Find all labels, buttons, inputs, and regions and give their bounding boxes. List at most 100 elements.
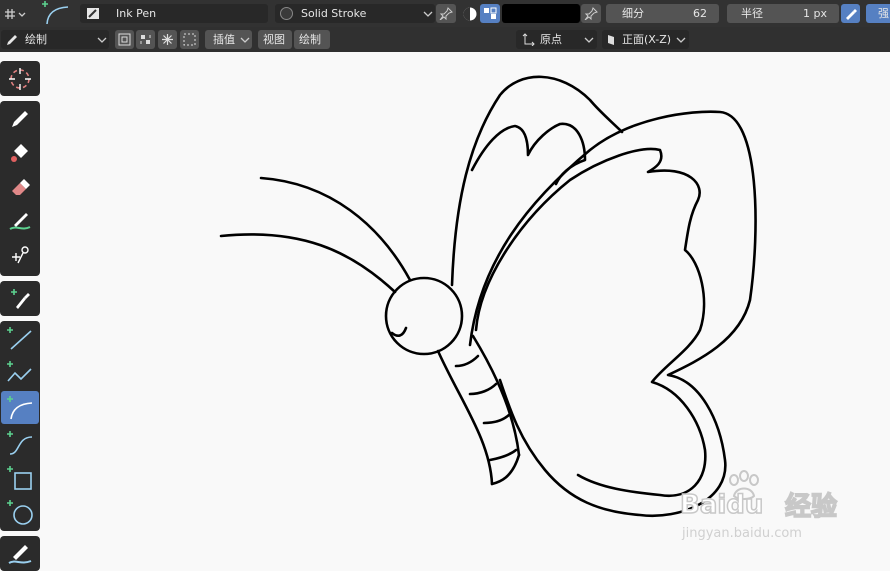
draw-tool-button[interactable] <box>1 102 39 135</box>
multiframe-button[interactable] <box>115 30 134 49</box>
axis-origin-icon <box>522 33 535 46</box>
view-label: 视图 <box>263 33 285 46</box>
brush-icon <box>87 8 99 19</box>
texture-icon <box>484 7 497 19</box>
body-segment-3-stroke <box>482 412 512 425</box>
circle-tool-button[interactable] <box>1 495 39 528</box>
lower-wing-outer-stroke <box>468 110 757 518</box>
head-stroke <box>384 276 464 356</box>
body-segment-4-stroke <box>488 448 518 462</box>
arc-tool-icon[interactable] <box>38 0 72 27</box>
cursor-tool-button[interactable] <box>1 62 39 95</box>
cutter-tool-button[interactable] <box>1 238 39 271</box>
orientation-selector[interactable]: 正面(X-Z) <box>602 30 689 49</box>
subdivision-field[interactable]: 细分 62 <box>606 4 719 23</box>
line-icon <box>7 327 32 350</box>
tool-settings-icon[interactable] <box>3 6 29 22</box>
mode-selector[interactable]: 绘制 <box>1 30 109 49</box>
pin-icon <box>584 7 598 20</box>
watermark-cn: 经验 <box>784 491 838 523</box>
tool-group-annotate <box>0 536 40 571</box>
mode-toolbar: 绘制 插值 视图 绘制 原点 正面(X-Z) <box>0 27 890 52</box>
color-swatch[interactable] <box>502 4 580 23</box>
baidu-watermark: Baidu 经验 jingyan.baidu.com <box>679 470 880 550</box>
upper-wing-inner-stroke <box>470 122 587 186</box>
fill-tool-button[interactable] <box>1 136 39 169</box>
tool-header: Ink Pen Solid Stroke 细分 62 半径 1 px 强 <box>0 0 890 28</box>
subdivision-value: 62 <box>693 7 707 20</box>
pin-material-button[interactable] <box>436 4 456 23</box>
bucket-icon <box>11 144 28 162</box>
draw-menu[interactable]: 绘制 <box>294 30 330 49</box>
material-name: Solid Stroke <box>301 7 367 20</box>
material-sphere-icon <box>280 7 293 20</box>
tool-group-primitives <box>0 321 40 531</box>
layers-icon <box>118 33 131 46</box>
scissors-icon <box>12 246 29 264</box>
arc-icon <box>7 396 33 420</box>
brush-icon <box>9 213 31 230</box>
sculpt-auto-button[interactable] <box>158 30 177 49</box>
strength-field[interactable]: 强 <box>866 4 890 23</box>
box-icon <box>7 466 32 490</box>
chevron-down-icon <box>240 37 250 43</box>
pin-icon <box>439 7 453 20</box>
chevron-down-icon <box>584 37 594 43</box>
annotate-icon <box>8 545 32 564</box>
watermark-url: jingyan.baidu.com <box>682 526 802 541</box>
mouth-stroke <box>390 326 408 338</box>
brush-name: Ink Pen <box>116 7 157 20</box>
chevron-down-icon <box>97 37 107 43</box>
pressure-radius-button[interactable] <box>841 4 860 23</box>
plane-icon <box>608 35 614 45</box>
curve-icon <box>7 431 33 455</box>
radius-label: 半径 <box>741 7 763 20</box>
orientation-label: 正面(X-Z) <box>622 33 672 46</box>
arc-tool-button[interactable] <box>1 391 39 424</box>
guides-button[interactable] <box>136 30 155 49</box>
box-tool-button[interactable] <box>1 461 39 494</box>
tint-tool-button[interactable] <box>1 204 39 237</box>
snowflake-icon <box>162 34 173 45</box>
curve-tool-button[interactable] <box>1 426 39 459</box>
body-segment-1-stroke <box>454 354 480 368</box>
tool-group-cursor <box>0 61 40 96</box>
origin-selector[interactable]: 原点 <box>516 30 597 49</box>
color-mode-icon[interactable] <box>462 6 478 22</box>
polyline-icon <box>7 361 32 382</box>
bounding-box-button[interactable] <box>180 30 199 49</box>
mode-label: 绘制 <box>25 33 47 46</box>
line-tool-button[interactable] <box>1 322 39 355</box>
pin-color-button[interactable] <box>581 4 601 23</box>
erase-tool-button[interactable] <box>1 170 39 203</box>
tool-shelf <box>0 52 42 571</box>
subdivision-label: 细分 <box>622 7 644 20</box>
guides-icon <box>140 35 151 44</box>
antenna-upper-stroke <box>259 176 412 282</box>
texture-mode-button[interactable] <box>480 4 500 23</box>
interpolate-menu[interactable]: 插值 <box>205 30 252 49</box>
antenna-lower-stroke <box>219 233 397 294</box>
lower-wing-inner-stroke <box>474 147 707 498</box>
radius-field[interactable]: 半径 1 px <box>727 4 839 23</box>
chevron-down-icon <box>676 37 686 43</box>
pencil-icon <box>7 35 17 45</box>
watermark-bai: Bai <box>679 489 727 521</box>
radius-value: 1 px <box>803 7 827 20</box>
eyedropper-tool-button[interactable] <box>1 282 39 315</box>
dashed-box-icon <box>183 33 196 46</box>
draw-label: 绘制 <box>299 33 321 46</box>
brush-selector[interactable]: Ink Pen <box>80 4 268 23</box>
view-menu[interactable]: 视图 <box>258 30 292 49</box>
interpolate-label: 插值 <box>213 33 235 46</box>
material-selector[interactable]: Solid Stroke <box>275 4 435 23</box>
eyedropper-icon <box>11 289 30 309</box>
pen-pressure-icon <box>846 9 857 20</box>
annotate-tool-button[interactable] <box>1 537 39 570</box>
upper-wing-outer-stroke <box>450 75 624 287</box>
crosshair-icon <box>9 68 31 90</box>
watermark-brand: Baidu <box>679 489 764 521</box>
polyline-tool-button[interactable] <box>1 356 39 389</box>
tool-group-eyedropper <box>0 281 40 316</box>
body-outline-left-stroke <box>436 349 494 486</box>
